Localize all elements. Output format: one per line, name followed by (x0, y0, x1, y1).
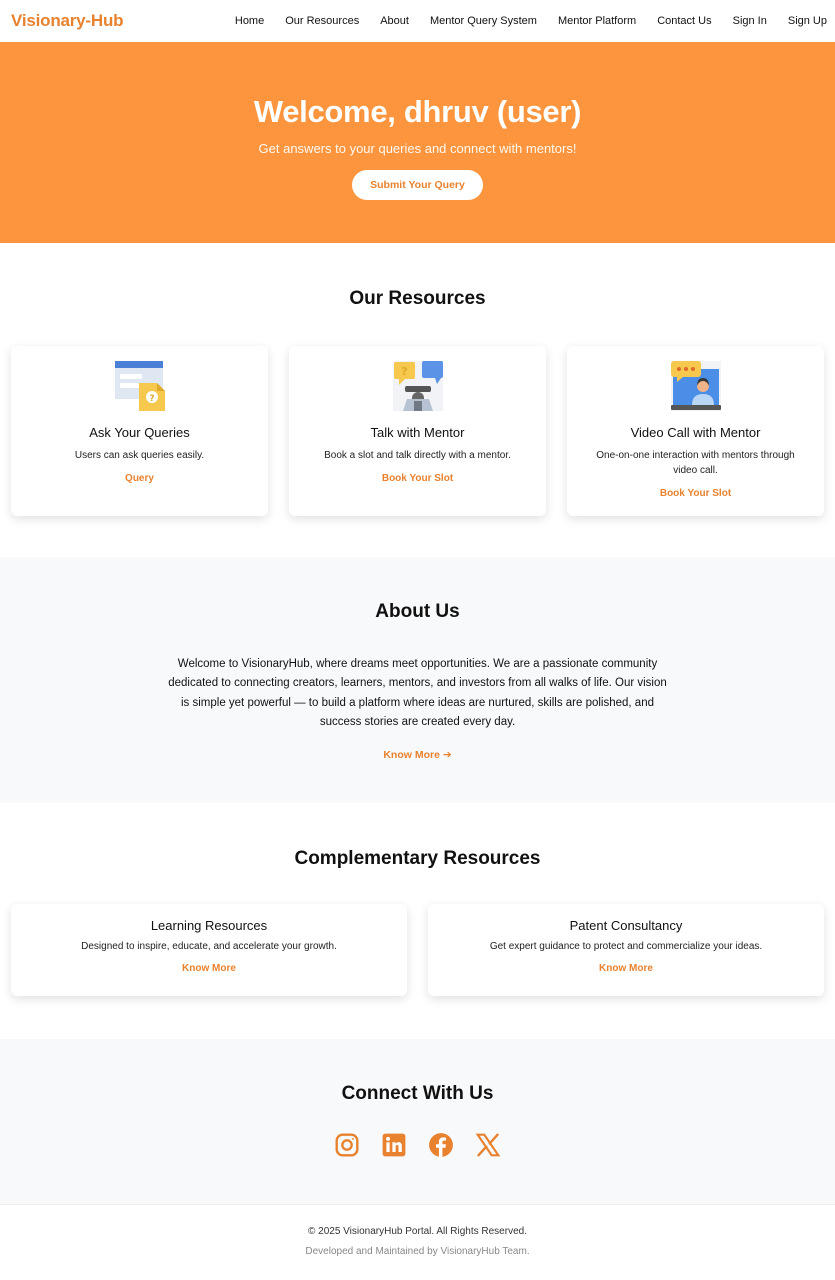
resources-cards: ? Ask Your Queries Users can ask queries… (0, 346, 835, 516)
footer-copyright: © 2025 VisionaryHub Portal. All Rights R… (308, 1226, 527, 1237)
about-section: About Us Welcome to VisionaryHub, where … (0, 557, 835, 803)
card-description: One-on-one interaction with mentors thro… (596, 450, 795, 476)
hero-subtitle: Get answers to your queries and connect … (258, 141, 577, 156)
nav-sign-in[interactable]: Sign In (733, 15, 767, 27)
learning-know-more-link[interactable]: Know More (11, 963, 407, 974)
book-slot-link[interactable]: Book Your Slot (567, 488, 824, 499)
nav-contact-us[interactable]: Contact Us (657, 15, 711, 27)
resource-card-video-call: Video Call with Mentor One-on-one intera… (567, 346, 824, 516)
query-document-icon: ? (114, 361, 165, 411)
patent-consultancy-card: Patent Consultancy Get expert guidance t… (428, 904, 824, 996)
linkedin-icon[interactable] (381, 1132, 407, 1158)
query-link[interactable]: Query (11, 473, 268, 484)
x-icon[interactable] (475, 1132, 501, 1158)
resource-card-queries: ? Ask Your Queries Users can ask queries… (11, 346, 268, 516)
submit-query-button[interactable]: Submit Your Query (352, 170, 483, 200)
video-call-icon (670, 361, 721, 411)
patent-know-more-link[interactable]: Know More (428, 963, 824, 974)
card-description: Get expert guidance to protect and comme… (489, 941, 763, 952)
card-description: Designed to inspire, educate, and accele… (81, 941, 337, 952)
resources-title: Our Resources (349, 288, 486, 309)
mentor-chat-icon: ? (392, 361, 443, 411)
card-description: Book a slot and talk directly with a men… (324, 450, 511, 461)
social-links (0, 1132, 835, 1158)
resource-card-talk-mentor: ? Talk with Mentor Book a slot and talk … (289, 346, 546, 516)
card-title: Patent Consultancy (569, 918, 683, 933)
navbar: Visionary-Hub Home Our Resources About M… (0, 0, 835, 42)
footer-developed: Developed and Maintained by VisionaryHub… (305, 1246, 530, 1257)
card-title: Talk with Mentor (370, 425, 465, 440)
about-title: About Us (375, 601, 460, 622)
complementary-title: Complementary Resources (294, 848, 541, 869)
complementary-section: Complementary Resources Learning Resourc… (0, 803, 835, 1039)
book-slot-link[interactable]: Book Your Slot (289, 473, 546, 484)
card-title: Video Call with Mentor (630, 425, 761, 440)
about-text: Welcome to VisionaryHub, where dreams me… (168, 658, 667, 728)
svg-text:?: ? (401, 365, 407, 378)
learning-resources-card: Learning Resources Designed to inspire, … (11, 904, 407, 996)
svg-text:?: ? (149, 394, 154, 404)
footer: © 2025 VisionaryHub Portal. All Rights R… (0, 1204, 835, 1280)
nav-sign-up[interactable]: Sign Up (788, 15, 827, 27)
facebook-icon[interactable] (428, 1132, 454, 1158)
nav-home[interactable]: Home (235, 15, 264, 27)
complementary-cards: Learning Resources Designed to inspire, … (0, 904, 835, 996)
nav-links: Home Our Resources About Mentor Query Sy… (235, 15, 827, 27)
card-description: Users can ask queries easily. (74, 450, 205, 461)
instagram-icon[interactable] (334, 1132, 360, 1158)
hero-section: Welcome, dhruv (user) Get answers to you… (0, 42, 835, 243)
connect-section: Connect With Us (0, 1039, 835, 1204)
nav-our-resources[interactable]: Our Resources (285, 15, 359, 27)
brand-logo[interactable]: Visionary-Hub (11, 11, 124, 31)
resources-section: Our Resources ? Ask Your Queries Users c… (0, 243, 835, 557)
nav-mentor-query-system[interactable]: Mentor Query System (430, 15, 537, 27)
nav-mentor-platform[interactable]: Mentor Platform (558, 15, 636, 27)
card-title: Ask Your Queries (89, 425, 190, 440)
connect-title: Connect With Us (341, 1083, 494, 1104)
hero-title: Welcome, dhruv (user) (253, 94, 582, 129)
card-title: Learning Resources (150, 918, 268, 933)
about-know-more-link[interactable]: Know More ➔ (383, 749, 451, 761)
nav-about[interactable]: About (380, 15, 409, 27)
